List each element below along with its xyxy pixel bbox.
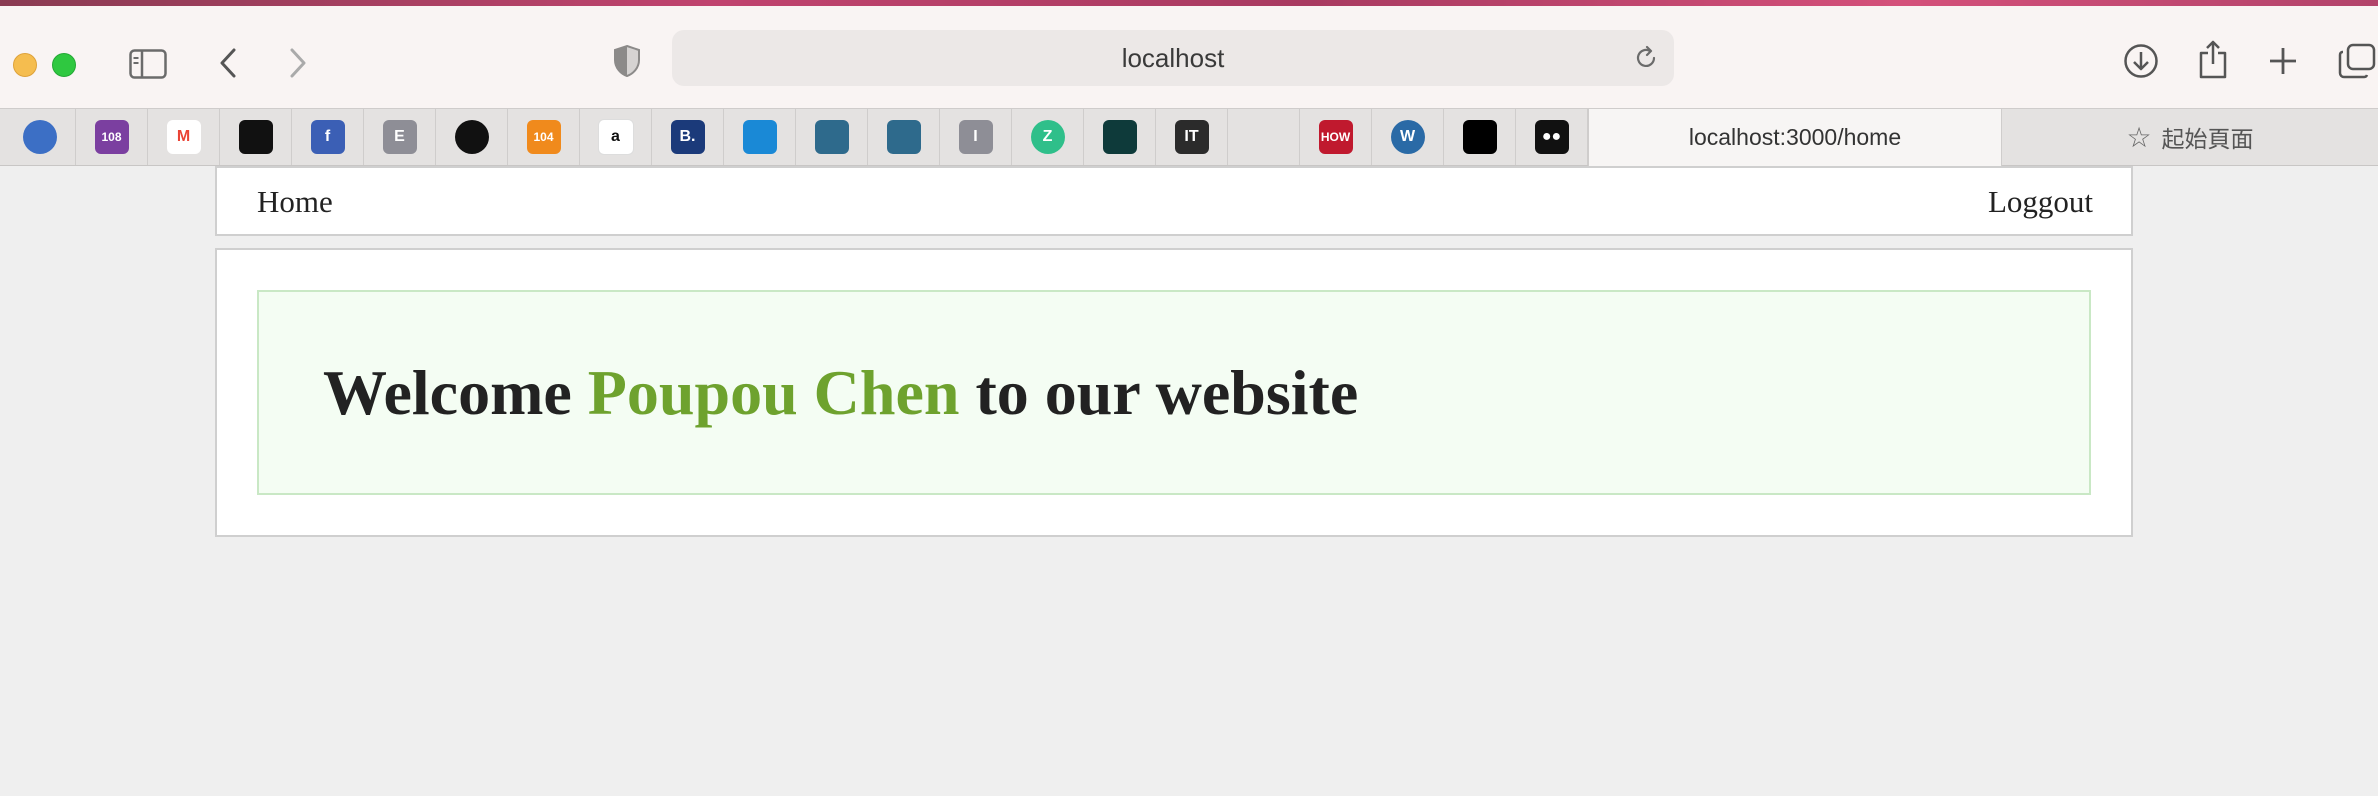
facebook-icon: f (310, 120, 345, 154)
booking-icon: B. (670, 120, 705, 154)
favorite-medium[interactable]: ●● (1516, 109, 1588, 165)
a-icon: a (597, 119, 634, 155)
tab-start-page[interactable]: ☆ 起始頁面 (2002, 109, 2378, 165)
tab-label: 起始頁面 (2161, 126, 2254, 152)
how-icon: HOW (1318, 120, 1353, 154)
heartbeat-icon (23, 120, 57, 154)
home-link[interactable]: Home (257, 184, 333, 220)
favorite-signature[interactable] (1444, 109, 1516, 165)
favorite-104[interactable]: 104 (508, 109, 580, 165)
door-icon (742, 120, 777, 154)
favorite-z[interactable]: Z (1012, 109, 1084, 165)
tab-label: localhost:3000/home (1688, 124, 1902, 150)
address-bar[interactable]: localhost (672, 30, 1674, 86)
signature-icon (1462, 120, 1497, 154)
gradient-icon (1102, 120, 1137, 154)
blank-icon (1247, 120, 1281, 154)
104-icon: 104 (526, 120, 561, 154)
minimize-button[interactable] (13, 53, 37, 77)
navbar: Home Loggout (215, 166, 2133, 236)
108-icon: 108 (94, 120, 129, 154)
reload-icon[interactable] (1632, 44, 1660, 77)
logout-link[interactable]: Loggout (1988, 184, 2093, 220)
new-tab-icon[interactable] (2266, 44, 2300, 78)
favorite-it[interactable]: IT (1156, 109, 1228, 165)
favorite-facebook[interactable]: f (292, 109, 364, 165)
forward-icon[interactable] (286, 44, 310, 82)
github-icon (238, 120, 273, 154)
favorite-wordpress[interactable]: W (1372, 109, 1444, 165)
back-icon[interactable] (216, 44, 240, 82)
favorite-circle-logo[interactable] (436, 109, 508, 165)
browser-toolbar: localhost (0, 6, 2378, 108)
circle-logo-icon (454, 120, 489, 154)
share-icon[interactable] (2196, 36, 2230, 82)
mysql-icon-2 (886, 120, 921, 154)
it-icon: IT (1174, 120, 1209, 154)
tab-localhost[interactable]: localhost:3000/home (1588, 109, 2002, 166)
favorite-github[interactable] (220, 109, 292, 165)
favorite-booking[interactable]: B. (652, 109, 724, 165)
favorite-mysql[interactable] (868, 109, 940, 165)
favorite-heartbeat[interactable] (5, 109, 76, 165)
address-text: localhost (1121, 42, 1225, 73)
favorite-i[interactable]: I (940, 109, 1012, 165)
welcome-prefix: Welcome (323, 357, 588, 428)
favorite-108[interactable]: 108 (76, 109, 148, 165)
favorite-gmail[interactable]: M (148, 109, 220, 165)
favorite-a[interactable]: a (580, 109, 652, 165)
mysql-icon (814, 120, 849, 154)
sidebar-toggle-icon[interactable] (128, 46, 168, 82)
favorites-bar: 108 Mf E 104 a B. I Z IT HOW W ●● localhost:3000/ho… (0, 108, 2378, 166)
download-icon[interactable] (2122, 42, 2160, 80)
zoom-button[interactable] (52, 53, 76, 77)
favorite-blank[interactable] (1228, 109, 1300, 165)
gmail-icon: M (166, 120, 201, 154)
favorite-how[interactable]: HOW (1300, 109, 1372, 165)
welcome-heading: Welcome Poupou Chen to our website (323, 356, 1358, 430)
star-icon: ☆ (2126, 121, 2152, 153)
medium-icon: ●● (1534, 120, 1569, 154)
favorite-door[interactable] (724, 109, 796, 165)
content-panel: Welcome Poupou Chen to our website (215, 248, 2133, 537)
z-icon: Z (1030, 120, 1065, 154)
shield-icon[interactable] (610, 42, 644, 80)
i-icon: I (958, 120, 993, 154)
favorite-gradient[interactable] (1084, 109, 1156, 165)
tab-overview-icon[interactable] (2338, 42, 2376, 80)
e-icon: E (382, 120, 417, 154)
welcome-suffix: to our website (959, 357, 1359, 428)
favorite-e[interactable]: E (364, 109, 436, 165)
wordpress-icon: W (1390, 120, 1425, 154)
welcome-banner: Welcome Poupou Chen to our website (257, 290, 2091, 495)
favorite-mysql[interactable] (796, 109, 868, 165)
user-name: Poupou Chen (587, 357, 960, 428)
